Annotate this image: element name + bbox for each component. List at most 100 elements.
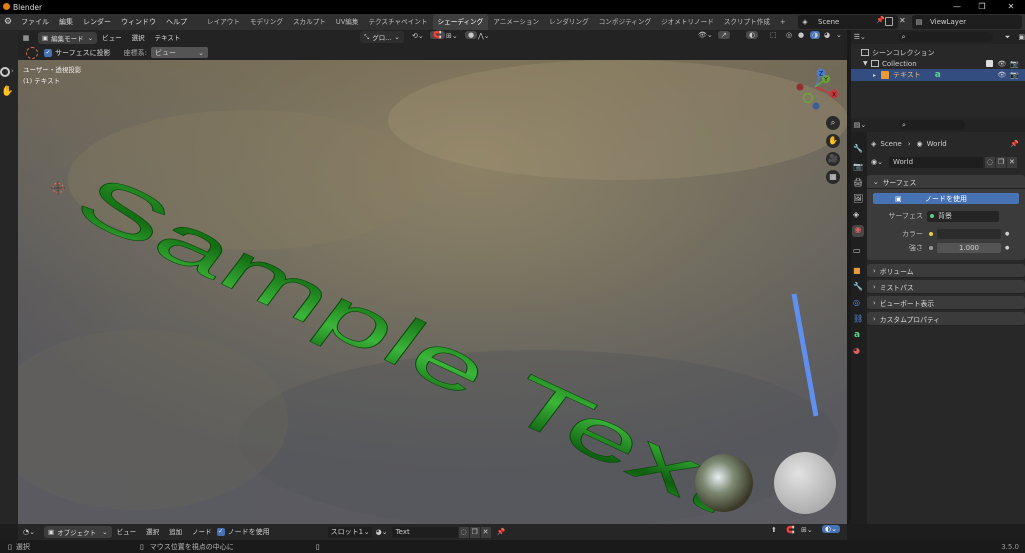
3d-viewport[interactable]: Sample Text Z Y X ユーザー・透視投影 (1) テキスト ⌕ ✋ [18,60,847,524]
overlay-icon[interactable]: ◐ [746,31,759,39]
fake-user-icon[interactable]: ◌ [458,526,469,538]
menu-select[interactable]: 選択 [127,30,150,46]
snap-target-icon[interactable]: ⊞⌄ [446,32,458,40]
xray-icon[interactable]: ⬚ [770,31,777,39]
new-scene-icon[interactable] [885,17,893,26]
cursor-tool-icon[interactable] [0,67,10,77]
parent-node-icon[interactable]: ⬆ [771,526,777,534]
exclude-checkbox[interactable] [986,60,994,67]
mode-selector[interactable]: ▣ 編集モード ⌄ [38,31,98,44]
material-name-field[interactable]: Text [391,526,458,538]
menu-file[interactable]: ファイル [16,14,54,30]
use-nodes-checkbox[interactable]: ✓ [216,528,225,536]
tab-shading[interactable]: シェーディング [432,14,489,30]
blender-menu-icon[interactable]: ⚙ [0,17,16,27]
menu-text[interactable]: テキスト [150,30,186,46]
snap-icon[interactable]: 🧲 [430,31,445,39]
slot-dropdown[interactable]: スロット1 ⌄ [327,526,372,538]
menu-add[interactable]: 追加 [164,524,187,540]
pivot-icon[interactable]: ⟲⌄ [412,32,424,40]
properties-search-input[interactable]: ⌕ [899,120,965,130]
material-browse-icon[interactable]: ◕⌄ [376,528,388,536]
render-icon[interactable]: 📷 [1010,71,1019,79]
tab-material-icon[interactable]: ◕ [853,346,860,355]
outliner-search-input[interactable]: ⌕ [898,32,993,42]
surface-shader-field[interactable]: 背景 [927,210,999,222]
tool-cursor-icon[interactable] [26,46,38,59]
tab-rendering[interactable]: レンダリング [544,14,594,30]
tab-animation[interactable]: アニメーション [488,14,544,30]
close-icon[interactable]: ✕ [999,0,1023,14]
world-name-field[interactable]: World [888,156,983,168]
delete-scene-icon[interactable]: ✕ [899,16,906,25]
scene-pin-icon[interactable]: 📌 [876,16,885,24]
tab-view-layer-icon[interactable]: 🖼 [853,194,863,203]
shading-wireframe-icon[interactable]: ◎ [786,31,792,39]
surface-panel-header[interactable]: ⌄ サーフェス [867,175,1025,189]
hand-tool-icon[interactable]: ✋ [1,86,13,97]
overlay-icon[interactable]: ◐⌄ [822,525,840,533]
pin-icon[interactable]: 📌 [1010,140,1019,148]
volume-panel[interactable]: › ボリューム [867,264,1025,278]
tab-tool-icon[interactable]: 🔧 [853,144,863,153]
render-icon[interactable]: 📷 [1010,60,1019,68]
mist-panel[interactable]: › ミストパス [867,280,1025,294]
maximize-icon[interactable]: ❐ [970,0,994,14]
shading-options-icon[interactable]: ⌄ [836,31,842,39]
transform-orientation[interactable]: ⤡ グロ... ⌄ [360,31,404,43]
minimize-icon[interactable]: — [945,0,969,14]
tab-data-icon[interactable]: a [854,330,860,340]
properties-editor-icon[interactable]: ▤⌄ [851,121,869,129]
menu-help[interactable]: ヘルプ [161,14,192,30]
tab-sculpt[interactable]: スカルプト [288,14,331,30]
falloff-icon[interactable]: ⋀⌄ [478,32,490,40]
visibility-icon[interactable]: 👁 [997,71,1006,79]
shading-rendered-icon[interactable]: ◕ [824,31,830,39]
duplicate-world-icon[interactable]: ❐ [995,156,1006,168]
unlink-material-icon[interactable]: ✕ [480,526,491,538]
tab-world-icon[interactable]: ◉ [852,225,864,237]
tab-render-icon[interactable]: 📷 [853,162,863,171]
tab-layout[interactable]: レイアウト [202,14,245,30]
fake-user-icon[interactable]: ◌ [984,156,995,168]
editor-type-icon[interactable]: ▦ [18,34,34,42]
viewlayer-selector[interactable]: ▤ ViewLayer [912,15,1022,29]
outliner-editor-icon[interactable]: ☰⌄ [851,33,869,41]
perspective-toggle-icon[interactable]: ▦ [826,170,840,184]
tab-texture-paint[interactable]: テクスチャペイント [363,14,432,30]
outliner-row-text[interactable]: ▸ テキスト a 👁 📷 [851,69,1025,81]
disclosure-icon[interactable]: ▼ [863,60,871,67]
visibility-icon[interactable]: 👁 [997,60,1006,68]
tab-scripting[interactable]: スクリプト作成 [719,14,775,30]
orientation-dropdown[interactable]: ビュー ⌄ [150,47,208,58]
use-nodes-button[interactable]: ▣ ノードを使用 [873,193,1019,204]
new-collection-icon[interactable]: ▣ [1018,33,1025,41]
snap-icon[interactable]: 🧲 [786,526,795,534]
tab-output-icon[interactable]: 🖨 [853,178,863,187]
menu-edit[interactable]: 編集 [54,14,78,30]
menu-select[interactable]: 選択 [141,524,164,540]
color-swatch[interactable] [937,229,1001,239]
tab-scene-icon[interactable]: ◈ [853,210,859,219]
add-workspace-icon[interactable]: + [775,14,791,30]
tab-object-icon[interactable]: ■ [853,266,861,275]
snap-mode-icon[interactable]: ⊞⌄ [801,526,813,534]
proportional-edit-icon[interactable]: ● [465,31,478,39]
disclosure-icon[interactable]: ▸ [873,72,881,79]
surface-project-checkbox[interactable]: ✓ [44,48,52,57]
tab-modeling[interactable]: モデリング [245,14,288,30]
tab-uv[interactable]: UV編集 [331,14,364,30]
zoom-icon[interactable]: ⌕ [826,116,840,130]
object-mode-selector[interactable]: ▣ オブジェクト ⌄ [44,526,112,538]
world-browse-icon[interactable]: ◉⌄ [871,158,883,166]
filter-icon[interactable]: ⏷ [1005,33,1011,42]
duplicate-material-icon[interactable]: ❐ [469,526,480,538]
shading-solid-icon[interactable]: ● [798,31,804,39]
menu-view[interactable]: ビュー [97,30,127,46]
pin-icon[interactable]: 📌 [497,528,506,536]
gizmo-icon[interactable]: ↗ [718,31,730,39]
unlink-world-icon[interactable]: ✕ [1006,156,1017,168]
shading-material-icon[interactable]: ◑ [810,31,821,39]
strength-field[interactable]: 1.000 [937,243,1001,253]
tab-geometry-nodes[interactable]: ジオメトリノード [656,14,719,30]
